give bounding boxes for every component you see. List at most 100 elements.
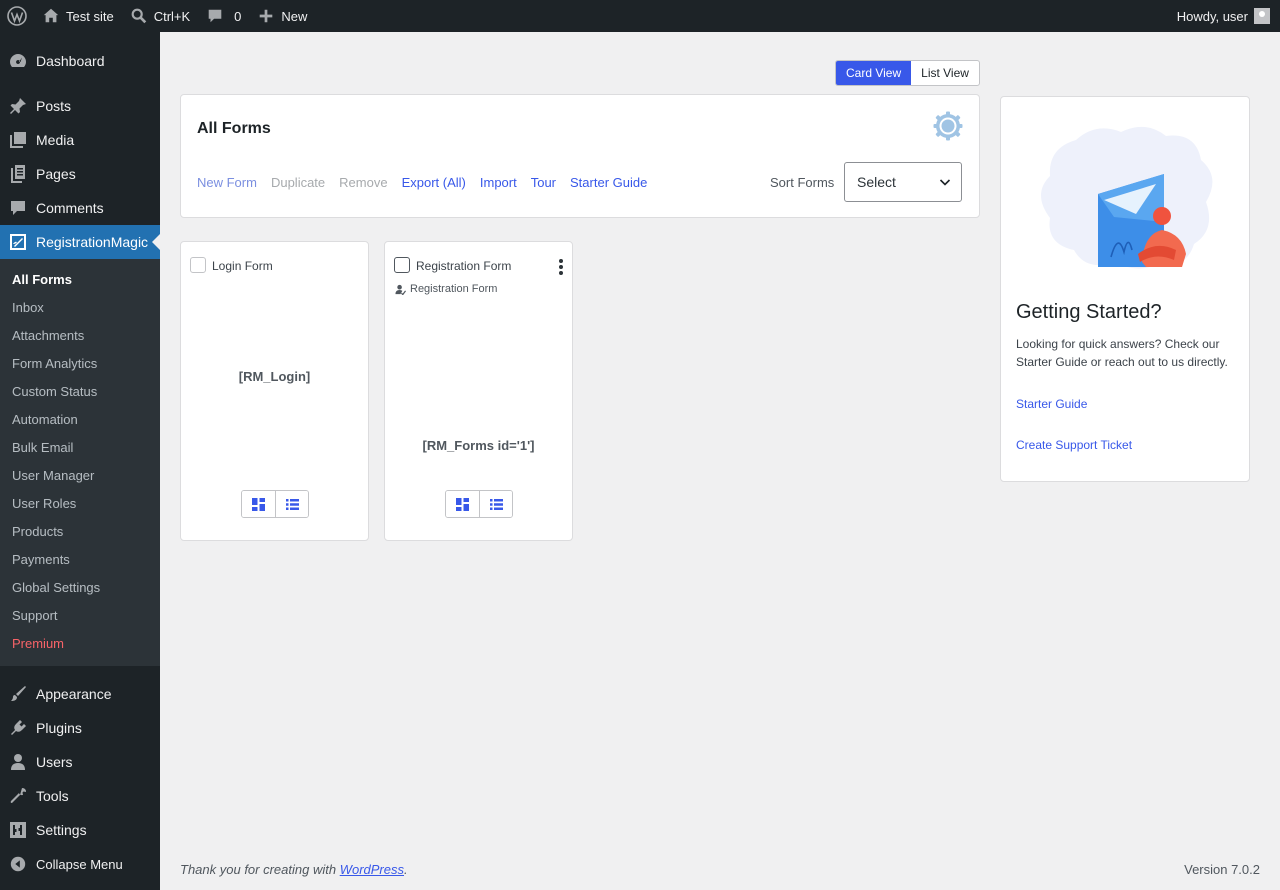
form-select-checkbox[interactable]	[190, 257, 206, 273]
footer-version: Version 7.0.2	[1184, 862, 1260, 877]
menu-item-posts[interactable]: Posts	[0, 89, 160, 123]
list-view-icon[interactable]	[275, 491, 308, 517]
home-icon	[43, 8, 59, 23]
submenu-item-automation[interactable]: Automation	[0, 406, 160, 434]
menu-label-comments: Comments	[36, 200, 104, 216]
page-title: All Forms	[197, 120, 271, 137]
search-shortcut-label: Ctrl+K	[153, 8, 191, 24]
site-name-link[interactable]: Test site	[34, 0, 122, 32]
plus-icon	[260, 9, 273, 23]
import-link[interactable]: Import	[480, 175, 517, 190]
all-forms-panel: All Forms New Form Duplicate Remove Expo…	[180, 94, 980, 218]
howdy-label: Howdy, user	[1176, 8, 1248, 24]
form-card-title: Registration Form	[416, 259, 512, 273]
submenu-item-support[interactable]: Support	[0, 602, 160, 630]
menu-item-appearance[interactable]: Appearance	[0, 677, 160, 711]
new-label: New	[281, 8, 308, 24]
pushpin-icon	[8, 96, 28, 116]
menu-label-pages: Pages	[36, 166, 76, 182]
form-actions-bar: New Form Duplicate Remove Export (All) I…	[197, 175, 647, 190]
user-icon	[8, 752, 28, 772]
menu-label-collapse: Collapse Menu	[36, 856, 123, 872]
submenu-item-user-roles[interactable]: User Roles	[0, 490, 160, 518]
chevron-down-icon	[939, 179, 951, 186]
submenu-item-global-settings[interactable]: Global Settings	[0, 574, 160, 602]
search-icon	[131, 8, 146, 24]
menu-item-tools[interactable]: Tools	[0, 779, 160, 813]
submenu-item-all-forms[interactable]: All Forms	[0, 266, 160, 294]
tour-link[interactable]: Tour	[531, 175, 556, 190]
comments-count: 0	[234, 8, 242, 24]
menu-label-plugins: Plugins	[36, 720, 82, 736]
pages-icon	[8, 164, 28, 184]
command-palette-link[interactable]: Ctrl+K	[122, 0, 198, 32]
list-view-button[interactable]: List View	[911, 61, 979, 85]
menu-item-media[interactable]: Media	[0, 123, 160, 157]
remove-link[interactable]: Remove	[339, 175, 387, 190]
settings-gear-icon[interactable]	[933, 111, 963, 141]
submenu-item-payments[interactable]: Payments	[0, 546, 160, 574]
comments-icon	[8, 198, 28, 218]
collapse-menu-button[interactable]: Collapse Menu	[0, 847, 160, 881]
main-content: Card View List View All Forms New Form D…	[160, 32, 1280, 890]
new-form-link[interactable]: New Form	[197, 175, 257, 190]
submenu-item-form-analytics[interactable]: Form Analytics	[0, 350, 160, 378]
menu-label-users: Users	[36, 754, 73, 770]
menu-item-registrationmagic[interactable]: RegistrationMagic	[0, 225, 160, 259]
collapse-arrow-icon	[8, 854, 28, 874]
submenu-item-attachments[interactable]: Attachments	[0, 322, 160, 350]
menu-item-comments[interactable]: Comments	[0, 191, 160, 225]
menu-item-settings[interactable]: Settings	[0, 813, 160, 847]
footer-thanks: Thank you for creating with WordPress.	[180, 862, 408, 877]
submenu-item-inbox[interactable]: Inbox	[0, 294, 160, 322]
menu-item-dashboard[interactable]: Dashboard	[0, 44, 160, 78]
admin-bar: Test site Ctrl+K 0 New Howdy, user	[0, 0, 1280, 32]
menu-label-registrationmagic: RegistrationMagic	[36, 234, 149, 250]
form-card-registration: Registration Form Registration Form [RM_…	[384, 241, 573, 541]
settings-sliders-icon	[8, 820, 28, 840]
dashboard-layout-icon[interactable]	[242, 491, 275, 517]
paintbrush-icon	[8, 684, 28, 704]
card-view-button[interactable]: Card View	[836, 61, 912, 85]
avatar	[1254, 8, 1270, 24]
list-view-icon[interactable]	[479, 491, 512, 517]
menu-label-media: Media	[36, 132, 75, 148]
plugin-icon	[8, 718, 28, 738]
form-select-checkbox[interactable]	[394, 257, 410, 273]
card-button-group	[445, 490, 513, 518]
wordpress-link[interactable]: WordPress	[340, 862, 404, 877]
comment-bubble-icon	[208, 9, 222, 23]
footer-thanks-suffix: .	[404, 862, 408, 877]
getting-started-title: Getting Started?	[1016, 301, 1162, 323]
starter-guide-link[interactable]: Starter Guide	[570, 175, 647, 190]
submenu-item-user-manager[interactable]: User Manager	[0, 462, 160, 490]
card-button-group	[241, 490, 309, 518]
wordpress-logo-icon[interactable]	[0, 0, 34, 32]
footer-thanks-prefix: Thank you for creating with	[180, 862, 340, 877]
getting-started-text: Looking for quick answers? Check our Sta…	[1016, 337, 1228, 369]
sort-forms-select[interactable]: Select	[844, 162, 962, 202]
new-content-link[interactable]: New	[249, 0, 315, 32]
menu-label-appearance: Appearance	[36, 686, 112, 702]
duplicate-link[interactable]: Duplicate	[271, 175, 325, 190]
menu-item-plugins[interactable]: Plugins	[0, 711, 160, 745]
create-support-ticket-link[interactable]: Create Support Ticket	[1016, 438, 1132, 452]
admin-menu: Dashboard Posts Media Pages Comments Reg…	[0, 32, 160, 890]
menu-item-pages[interactable]: Pages	[0, 157, 160, 191]
submenu-item-custom-status[interactable]: Custom Status	[0, 378, 160, 406]
menu-label-settings: Settings	[36, 822, 87, 838]
my-account-link[interactable]: Howdy, user	[1169, 0, 1280, 32]
getting-started-illustration	[1041, 126, 1213, 269]
menu-label-tools: Tools	[36, 788, 69, 804]
export-all-link[interactable]: Export (All)	[402, 175, 466, 190]
menu-item-users[interactable]: Users	[0, 745, 160, 779]
submenu-item-bulk-email[interactable]: Bulk Email	[0, 434, 160, 462]
dashboard-layout-icon[interactable]	[446, 491, 479, 517]
submenu-item-premium[interactable]: Premium	[0, 630, 160, 658]
submenu-item-products[interactable]: Products	[0, 518, 160, 546]
more-options-icon[interactable]	[558, 258, 564, 276]
comments-link[interactable]: 0	[198, 0, 249, 32]
menu-label-posts: Posts	[36, 98, 72, 114]
user-register-icon	[395, 284, 406, 295]
starter-guide-side-link[interactable]: Starter Guide	[1016, 397, 1087, 411]
